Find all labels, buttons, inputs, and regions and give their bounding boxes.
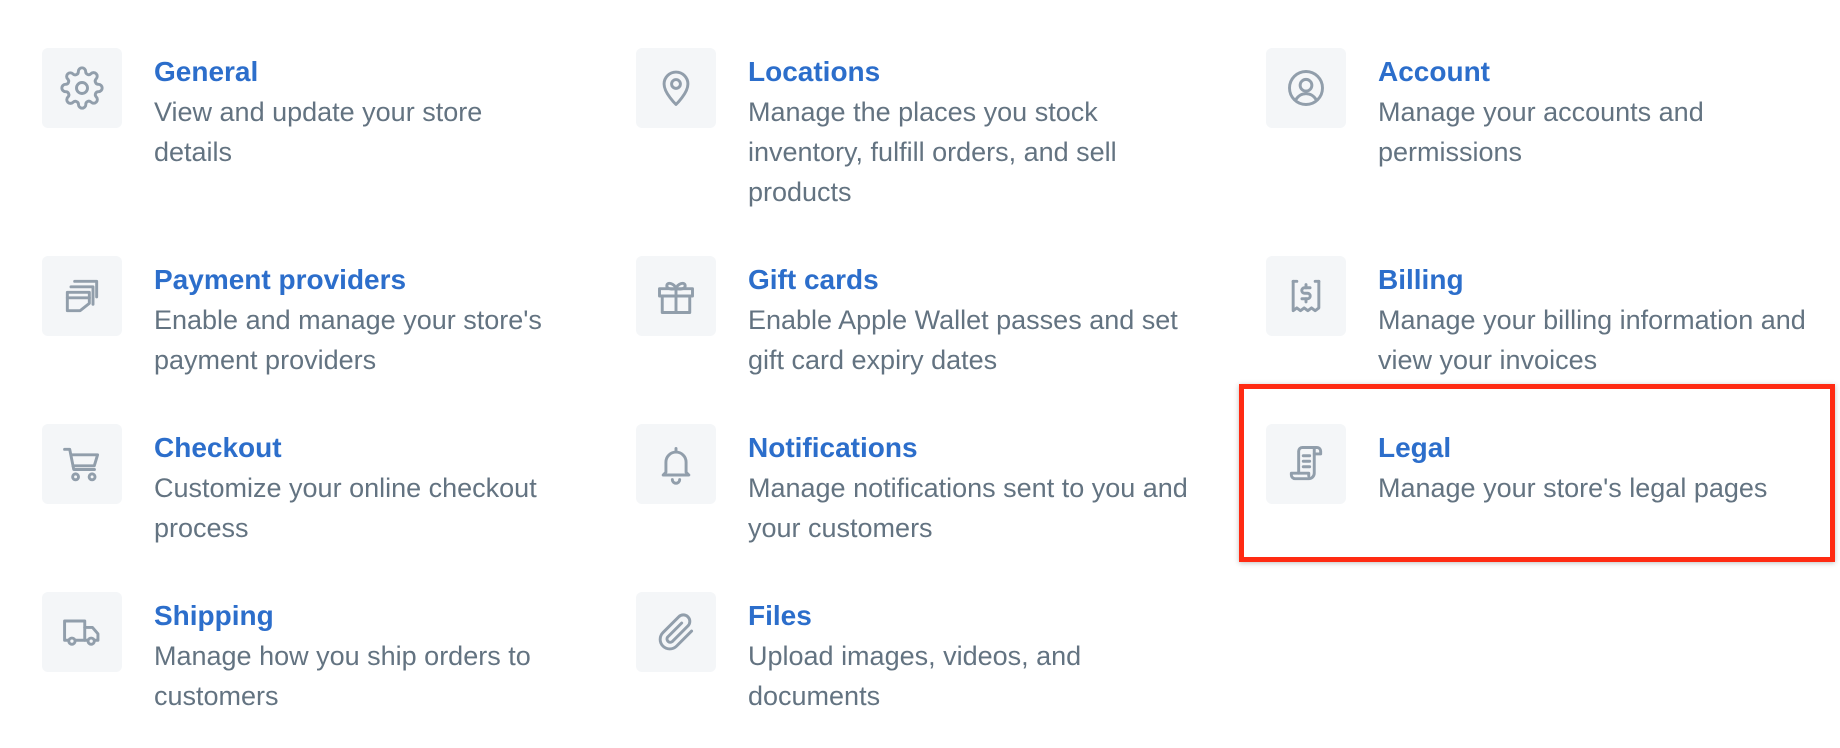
- settings-item-text: Payment providers Enable and manage your…: [154, 260, 562, 380]
- settings-item-locations[interactable]: Locations Manage the places you stock in…: [636, 48, 1196, 212]
- settings-item-general[interactable]: General View and update your store detai…: [42, 48, 562, 172]
- locations-description: Manage the places you stock inventory, f…: [748, 97, 1117, 207]
- files-description: Upload images, videos, and documents: [748, 641, 1082, 711]
- files-link[interactable]: Files: [748, 596, 1156, 636]
- checkout-description: Customize your online checkout process: [154, 473, 537, 543]
- settings-item-text: General View and update your store detai…: [154, 52, 562, 172]
- settings-item-files[interactable]: Files Upload images, videos, and documen…: [636, 592, 1156, 716]
- settings-item-gift-cards[interactable]: Gift cards Enable Apple Wallet passes an…: [636, 256, 1196, 380]
- notifications-description: Manage notifications sent to you and you…: [748, 473, 1188, 543]
- legal-link[interactable]: Legal: [1378, 428, 1767, 468]
- settings-item-billing[interactable]: Billing Manage your billing information …: [1266, 256, 1806, 380]
- settings-item-account[interactable]: Account Manage your accounts and permiss…: [1266, 48, 1786, 172]
- settings-item-checkout[interactable]: Checkout Customize your online checkout …: [42, 424, 562, 548]
- map-pin-icon: [636, 48, 716, 128]
- bell-icon: [636, 424, 716, 504]
- settings-item-legal[interactable]: Legal Manage your store's legal pages: [1266, 424, 1826, 508]
- settings-item-notifications[interactable]: Notifications Manage notifications sent …: [636, 424, 1196, 548]
- settings-item-text: Locations Manage the places you stock in…: [748, 52, 1196, 212]
- cart-icon: [42, 424, 122, 504]
- shipping-description: Manage how you ship orders to customers: [154, 641, 531, 711]
- account-description: Manage your accounts and permissions: [1378, 97, 1704, 167]
- payment-providers-description: Enable and manage your store's payment p…: [154, 305, 542, 375]
- shipping-link[interactable]: Shipping: [154, 596, 562, 636]
- general-description: View and update your store details: [154, 97, 483, 167]
- settings-item-text: Gift cards Enable Apple Wallet passes an…: [748, 260, 1196, 380]
- settings-item-text: Notifications Manage notifications sent …: [748, 428, 1196, 548]
- paperclip-icon: [636, 592, 716, 672]
- payment-icon: [42, 256, 122, 336]
- billing-link[interactable]: Billing: [1378, 260, 1806, 300]
- locations-link[interactable]: Locations: [748, 52, 1196, 92]
- receipt-dollar-icon: [1266, 256, 1346, 336]
- settings-item-text: Account Manage your accounts and permiss…: [1378, 52, 1786, 172]
- notifications-link[interactable]: Notifications: [748, 428, 1196, 468]
- checkout-link[interactable]: Checkout: [154, 428, 562, 468]
- settings-item-text: Checkout Customize your online checkout …: [154, 428, 562, 548]
- gear-icon: [42, 48, 122, 128]
- user-circle-icon: [1266, 48, 1346, 128]
- gift-icon: [636, 256, 716, 336]
- account-link[interactable]: Account: [1378, 52, 1786, 92]
- legal-scroll-icon: [1266, 424, 1346, 504]
- gift-cards-description: Enable Apple Wallet passes and set gift …: [748, 305, 1178, 375]
- settings-item-text: Shipping Manage how you ship orders to c…: [154, 596, 562, 716]
- legal-description: Manage your store's legal pages: [1378, 473, 1768, 503]
- settings-item-text: Billing Manage your billing information …: [1378, 260, 1806, 380]
- settings-item-payment-providers[interactable]: Payment providers Enable and manage your…: [42, 256, 562, 380]
- payment-providers-link[interactable]: Payment providers: [154, 260, 562, 300]
- general-link[interactable]: General: [154, 52, 562, 92]
- truck-icon: [42, 592, 122, 672]
- settings-item-text: Files Upload images, videos, and documen…: [748, 596, 1156, 716]
- billing-description: Manage your billing information and view…: [1378, 305, 1806, 375]
- settings-item-text: Legal Manage your store's legal pages: [1378, 428, 1767, 508]
- settings-item-shipping[interactable]: Shipping Manage how you ship orders to c…: [42, 592, 562, 716]
- gift-cards-link[interactable]: Gift cards: [748, 260, 1196, 300]
